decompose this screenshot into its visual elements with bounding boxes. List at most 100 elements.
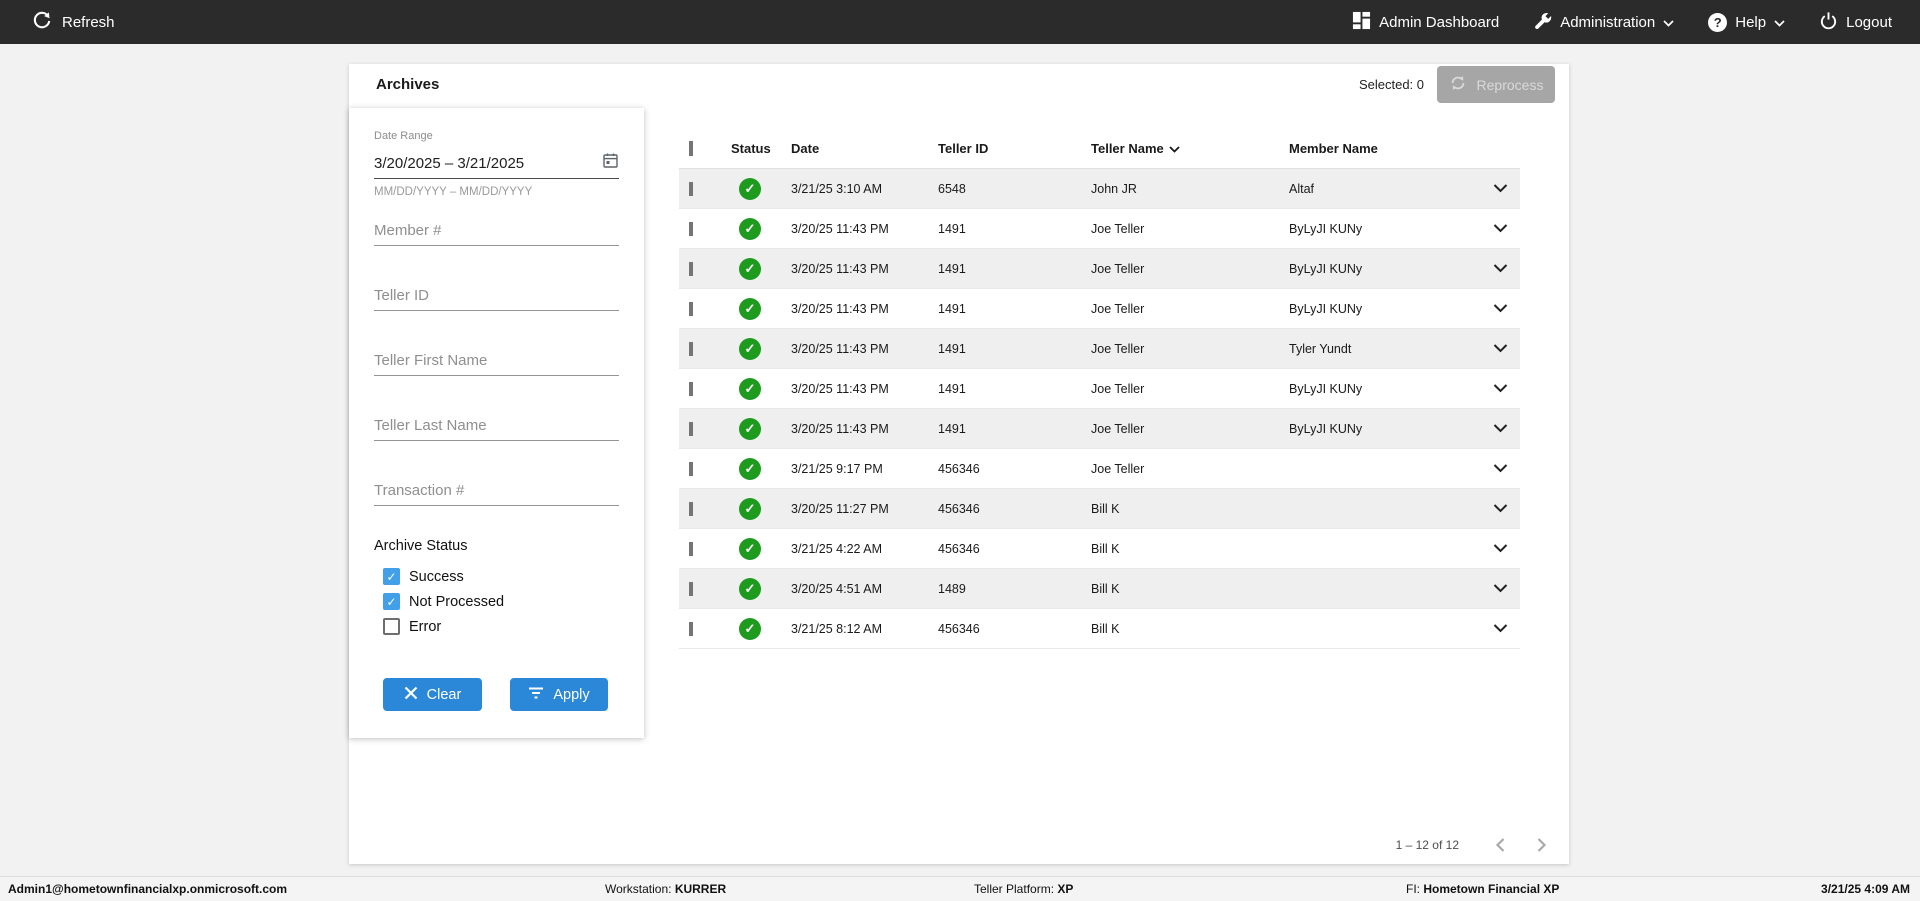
column-header-date[interactable]: Date xyxy=(787,141,934,156)
row-expand-button[interactable] xyxy=(1440,464,1520,473)
row-teller-name: Joe Teller xyxy=(1091,461,1145,476)
row-checkbox[interactable] xyxy=(689,261,693,276)
member-number-field-wrap xyxy=(374,215,619,246)
column-header-status[interactable]: Status xyxy=(727,141,787,156)
table-row: ✓ 3/21/25 8:12 AM 456346 Bill K xyxy=(679,609,1520,649)
row-expand-button[interactable] xyxy=(1440,184,1520,193)
row-checkbox[interactable] xyxy=(689,541,693,556)
row-expand-button[interactable] xyxy=(1440,224,1520,233)
row-teller-id: 1491 xyxy=(938,221,966,236)
row-checkbox[interactable] xyxy=(689,301,693,316)
row-expand-button[interactable] xyxy=(1440,544,1520,553)
admin-dashboard-button[interactable]: Admin Dashboard xyxy=(1352,11,1499,34)
row-date: 3/20/25 11:43 PM xyxy=(791,421,889,436)
row-checkbox[interactable] xyxy=(689,181,693,196)
power-icon xyxy=(1819,11,1838,34)
reprocess-button[interactable]: Reprocess xyxy=(1437,66,1555,103)
administration-menu[interactable]: Administration xyxy=(1533,11,1674,34)
teller-first-name-input[interactable] xyxy=(374,345,619,376)
checkbox-box-success[interactable]: ✓ xyxy=(383,568,400,585)
select-all-cell xyxy=(679,140,727,156)
row-expand-button[interactable] xyxy=(1440,624,1520,633)
chevron-down-icon xyxy=(1493,544,1508,553)
checkbox-not-processed[interactable]: ✓ Not Processed xyxy=(383,593,504,610)
row-checkbox[interactable] xyxy=(689,461,693,476)
row-status-cell: ✓ xyxy=(727,217,787,240)
filter-icon xyxy=(528,686,544,704)
checkbox-box-not-processed[interactable]: ✓ xyxy=(383,593,400,610)
row-checkbox[interactable] xyxy=(689,341,693,356)
teller-last-name-input[interactable] xyxy=(374,410,619,441)
row-select-cell xyxy=(679,341,727,356)
row-teller-id: 456346 xyxy=(938,501,980,516)
select-all-checkbox[interactable] xyxy=(689,140,693,156)
table-row: ✓ 3/20/25 4:51 AM 1489 Bill K xyxy=(679,569,1520,609)
row-checkbox[interactable] xyxy=(689,501,693,516)
status-success-icon: ✓ xyxy=(739,297,761,320)
table-row: ✓ 3/21/25 4:22 AM 456346 Bill K xyxy=(679,529,1520,569)
logout-button[interactable]: Logout xyxy=(1819,11,1892,34)
member-number-input[interactable] xyxy=(374,215,619,246)
chevron-down-icon xyxy=(1493,504,1508,513)
row-teller-id: 6548 xyxy=(938,181,966,196)
row-checkbox[interactable] xyxy=(689,381,693,396)
calendar-icon[interactable] xyxy=(602,152,619,174)
help-label: Help xyxy=(1735,13,1767,31)
row-checkbox[interactable] xyxy=(689,581,693,596)
checkbox-error[interactable]: Error xyxy=(383,618,504,635)
table-row: ✓ 3/21/25 3:10 AM 6548 John JR Altaf xyxy=(679,169,1520,209)
next-page-button[interactable] xyxy=(1529,833,1553,857)
row-teller-id: 1491 xyxy=(938,381,966,396)
row-teller-id: 456346 xyxy=(938,461,980,476)
row-expand-button[interactable] xyxy=(1440,264,1520,273)
logged-in-user: Admin1@hometownfinancialxp.onmicrosoft.c… xyxy=(8,882,288,896)
column-header-teller-name[interactable]: Teller Name xyxy=(1087,141,1285,156)
column-header-teller-id[interactable]: Teller ID xyxy=(934,141,1087,156)
refresh-icon xyxy=(32,10,52,34)
table-row: ✓ 3/20/25 11:43 PM 1491 Joe Teller ByLyJI KU… xyxy=(679,369,1520,409)
checkbox-success[interactable]: ✓ Success xyxy=(383,568,504,585)
row-expand-button[interactable] xyxy=(1440,344,1520,353)
status-success-icon: ✓ xyxy=(739,537,761,560)
row-select-cell xyxy=(679,181,727,196)
checkbox-box-error[interactable] xyxy=(383,618,400,635)
row-checkbox[interactable] xyxy=(689,621,693,636)
row-checkbox[interactable] xyxy=(689,221,693,236)
row-teller-name: Joe Teller xyxy=(1091,421,1145,436)
row-expand-button[interactable] xyxy=(1440,304,1520,313)
row-member-name: ByLyJI KUNy xyxy=(1289,261,1363,276)
status-success-icon: ✓ xyxy=(739,577,761,600)
row-teller-id: 1491 xyxy=(938,421,966,436)
row-checkbox[interactable] xyxy=(689,421,693,436)
row-teller-name: Joe Teller xyxy=(1091,301,1145,316)
chevron-down-icon xyxy=(1493,344,1508,353)
column-header-member-name[interactable]: Member Name xyxy=(1285,141,1440,156)
row-member-name: ByLyJI KUNy xyxy=(1289,301,1363,316)
status-success-icon: ✓ xyxy=(739,217,761,240)
transaction-number-input[interactable] xyxy=(374,475,619,506)
row-expand-button[interactable] xyxy=(1440,424,1520,433)
chevron-down-icon xyxy=(1493,184,1508,193)
status-success-icon: ✓ xyxy=(739,177,761,200)
previous-page-button[interactable] xyxy=(1489,833,1513,857)
status-success-icon: ✓ xyxy=(739,257,761,280)
row-teller-name: John JR xyxy=(1091,181,1137,196)
chevron-down-icon xyxy=(1493,264,1508,273)
date-range-input[interactable] xyxy=(374,154,602,172)
row-member-name: Altaf xyxy=(1289,181,1315,196)
table-header-row: Status Date Teller ID Teller Name Member Nam… xyxy=(679,128,1520,169)
teller-id-input[interactable] xyxy=(374,280,619,311)
row-expand-button[interactable] xyxy=(1440,384,1520,393)
apply-button[interactable]: Apply xyxy=(510,678,608,711)
clear-button[interactable]: Clear xyxy=(383,678,482,711)
row-status-cell: ✓ xyxy=(727,337,787,360)
refresh-button[interactable]: Refresh xyxy=(0,10,115,34)
row-expand-button[interactable] xyxy=(1440,504,1520,513)
checkbox-label-not-processed: Not Processed xyxy=(409,593,505,610)
help-menu[interactable]: ? Help xyxy=(1708,12,1785,32)
row-expand-button[interactable] xyxy=(1440,584,1520,593)
chevron-down-icon xyxy=(1493,304,1508,313)
row-teller-name: Bill K xyxy=(1091,541,1120,556)
row-teller-name: Bill K xyxy=(1091,501,1120,516)
row-date: 3/21/25 3:10 AM xyxy=(791,181,883,196)
